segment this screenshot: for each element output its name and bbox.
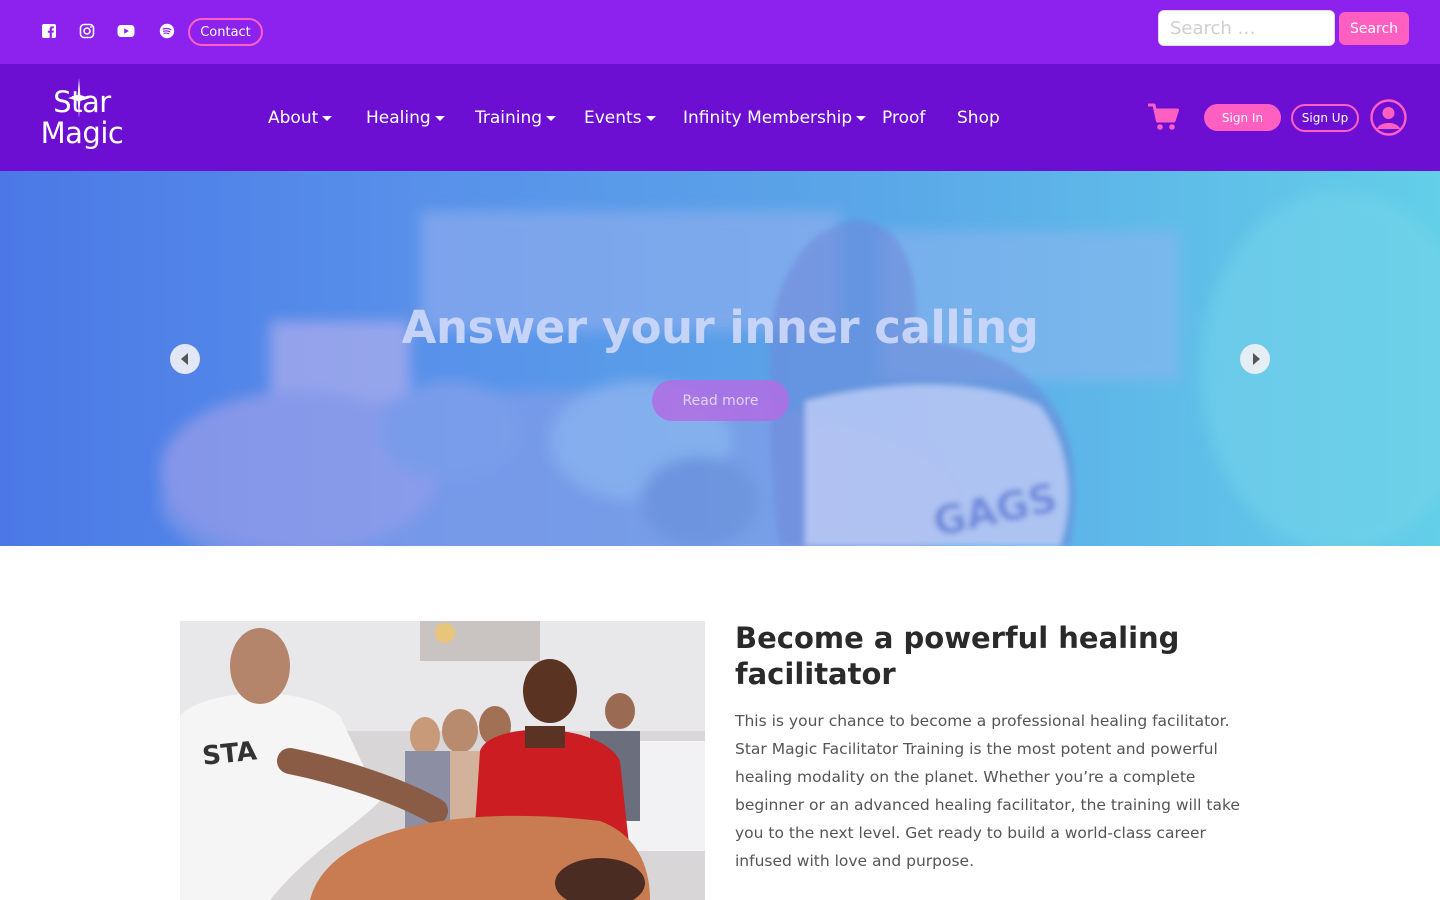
arrow-left-icon	[180, 353, 188, 365]
nav-item-label: Proof	[882, 108, 926, 128]
shopping-cart-icon[interactable]	[1148, 103, 1179, 131]
star-sparkle-icon	[68, 78, 90, 118]
nav-item-training[interactable]: Training	[475, 107, 557, 129]
nav-item-proof[interactable]: Proof	[882, 107, 925, 129]
user-avatar-icon[interactable]	[1370, 99, 1407, 136]
logo-line-magic: Magic	[40, 116, 124, 150]
hero-background-image: GAGS	[160, 191, 1440, 546]
facebook-icon[interactable]	[40, 22, 58, 40]
star-magic-logo[interactable]: Star Magic	[32, 78, 132, 158]
svg-text:STA: STA	[201, 736, 258, 772]
carousel-prev-button[interactable]	[170, 344, 200, 374]
read-more-button[interactable]: Read more	[652, 380, 789, 421]
nav-item-label: About	[268, 108, 319, 128]
main-navbar: Star Magic About Healing Training Events…	[0, 64, 1440, 171]
training-session-photo: STA	[180, 621, 705, 900]
nav-item-label: Healing	[366, 108, 431, 128]
youtube-icon[interactable]	[117, 22, 135, 40]
nav-item-shop[interactable]: Shop	[957, 107, 1000, 129]
intro-heading: Become a powerful healing facilitator	[735, 621, 1180, 691]
instagram-icon[interactable]	[78, 22, 96, 40]
nav-item-healing[interactable]: Healing	[366, 107, 445, 129]
nav-item-label: Shop	[957, 108, 1000, 128]
search-input[interactable]	[1158, 10, 1335, 46]
nav-item-label: Infinity Membership	[683, 108, 853, 128]
search-button[interactable]: Search	[1339, 12, 1409, 45]
sign-in-button[interactable]: Sign In	[1204, 104, 1281, 131]
carousel-next-button[interactable]	[1240, 344, 1270, 374]
nav-item-label: Events	[584, 108, 642, 128]
hero-title: Answer your inner calling	[401, 301, 1039, 354]
nav-item-infinity-membership[interactable]: Infinity Membership	[683, 107, 867, 129]
arrow-right-icon	[1252, 353, 1260, 365]
spotify-icon[interactable]	[158, 22, 176, 40]
top-bar: Contact Search	[0, 0, 1440, 64]
nav-item-label: Training	[475, 108, 543, 128]
intro-paragraph: This is your chance to become a professi…	[735, 712, 1240, 870]
nav-item-events[interactable]: Events	[584, 107, 656, 129]
caret-down-icon	[322, 115, 333, 121]
caret-down-icon	[645, 115, 656, 121]
caret-down-icon	[856, 115, 867, 121]
sign-up-button[interactable]: Sign Up	[1291, 104, 1359, 132]
caret-down-icon	[546, 115, 557, 121]
caret-down-icon	[434, 115, 445, 121]
nav-item-about[interactable]: About	[268, 107, 333, 129]
hero-carousel: GAGS Answer your inner calling Read more	[0, 171, 1440, 546]
contact-button[interactable]: Contact	[188, 18, 263, 46]
